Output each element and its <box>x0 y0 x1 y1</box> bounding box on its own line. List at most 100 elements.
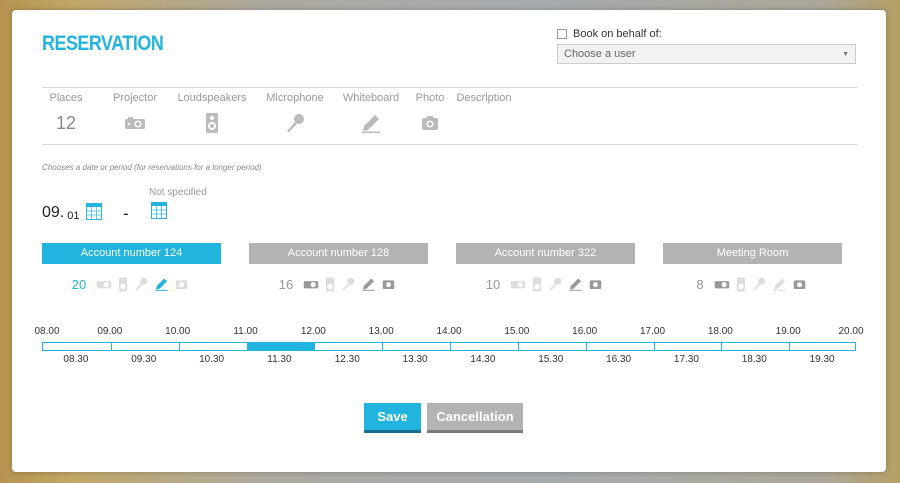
half-hour-label: 16.30 <box>606 354 632 365</box>
hour-label: 13.00 <box>368 326 394 337</box>
room-button[interactable]: Account number 124 <box>42 243 221 264</box>
room-capacity: 10 <box>485 276 501 292</box>
feature-microphone: Microphone <box>260 92 330 134</box>
speaker-icon <box>325 277 335 292</box>
dialog-actions: Save Cancellation <box>364 403 523 433</box>
room-capacity: 16 <box>278 276 294 292</box>
microphone-icon <box>134 277 148 291</box>
half-hour-label: 13.30 <box>402 354 428 365</box>
half-hour-label: 08.30 <box>63 354 89 365</box>
microphone-icon <box>285 112 305 134</box>
user-select[interactable]: Choose a user ▼ <box>557 44 856 64</box>
hour-label: 19.00 <box>775 326 801 337</box>
chevron-down-icon: ▼ <box>842 50 849 58</box>
end-date-label: Not specified <box>149 187 207 198</box>
microphone-icon <box>548 277 562 291</box>
feature-projector: Projector <box>102 92 168 134</box>
speaker-icon <box>118 277 128 292</box>
time-slot-divider <box>314 343 316 350</box>
room-button[interactable]: Meeting Room <box>663 243 842 264</box>
divider <box>42 87 858 88</box>
speaker-icon <box>205 112 219 134</box>
selected-time-slot[interactable] <box>246 343 315 350</box>
room-card: Account number 128 16 <box>249 243 428 292</box>
time-slot-divider <box>653 343 655 350</box>
feature-whiteboard: Whiteboard <box>338 92 404 134</box>
time-slot-divider <box>178 343 180 350</box>
camera-icon <box>421 112 439 134</box>
save-button[interactable]: Save <box>364 403 421 433</box>
time-slot-divider <box>517 343 519 350</box>
pen-icon <box>154 277 169 291</box>
pen-icon <box>360 112 382 134</box>
places-count: 12 <box>55 112 77 133</box>
hour-label: 12.00 <box>300 326 326 337</box>
hour-label: 14.00 <box>436 326 462 337</box>
camera-icon <box>175 278 188 290</box>
projector-icon <box>510 278 526 290</box>
projector-icon <box>303 278 319 290</box>
speaker-icon <box>736 277 746 292</box>
date-hint: Chooses a date or period (for reservatio… <box>42 163 262 172</box>
camera-icon <box>382 278 395 290</box>
microphone-icon <box>752 277 766 291</box>
room-button[interactable]: Account number 322 <box>456 243 635 264</box>
speaker-icon <box>532 277 542 292</box>
feature-photo: Photo <box>410 92 450 134</box>
feature-description: Description <box>456 92 512 104</box>
hour-label: 18.00 <box>707 326 733 337</box>
calendar-icon[interactable] <box>85 203 102 220</box>
start-day: 09. <box>42 204 65 221</box>
time-slot-divider <box>382 343 384 350</box>
hour-labels: 08.00 09.00 10.00 11.00 12.00 13.00 14.00 15.00… <box>34 326 863 340</box>
date-separator: - <box>123 204 129 223</box>
half-hour-label: 19.30 <box>809 354 835 365</box>
half-hour-label: 12.30 <box>334 354 360 365</box>
room-capacity: 8 <box>696 276 704 292</box>
projector-icon <box>124 112 146 134</box>
time-slot-divider <box>721 343 723 350</box>
camera-icon <box>589 278 602 290</box>
time-slot-divider <box>246 343 248 350</box>
pen-icon <box>772 277 787 291</box>
feature-places: Places 12 <box>49 92 83 133</box>
behalf-label: Book on behalf of: <box>573 28 662 40</box>
divider <box>42 144 858 145</box>
time-bar[interactable] <box>42 342 856 351</box>
start-date: 09. 01 <box>42 203 102 222</box>
feature-loudspeakers: Loudspeakers <box>172 92 252 134</box>
room-card: Account number 322 10 <box>456 243 635 292</box>
pen-icon <box>568 277 583 291</box>
time-slot-divider <box>789 343 791 350</box>
room-capacity: 20 <box>71 276 87 292</box>
book-on-behalf: Book on behalf of: Choose a user ▼ <box>557 28 857 64</box>
camera-icon <box>793 278 806 290</box>
time-slot-divider <box>585 343 587 350</box>
room-feature-icons: 10 <box>456 276 635 292</box>
behalf-checkbox[interactable] <box>557 29 567 39</box>
hour-label: 15.00 <box>504 326 530 337</box>
time-slot-divider <box>450 343 451 350</box>
room-button[interactable]: Account number 128 <box>249 243 428 264</box>
room-card: Account number 124 20 <box>42 243 221 292</box>
calendar-icon[interactable] <box>151 202 167 224</box>
cancel-button[interactable]: Cancellation <box>427 403 523 433</box>
room-card: Meeting Room 8 <box>663 243 842 292</box>
hour-label: 09.00 <box>97 326 123 337</box>
projector-icon <box>714 278 730 290</box>
time-slot-divider <box>110 343 112 350</box>
room-features: Places 12 Projector Loudspeakers Microph… <box>42 92 514 134</box>
room-feature-icons: 20 <box>42 276 221 292</box>
projector-icon <box>96 278 112 290</box>
microphone-icon <box>341 277 355 291</box>
hour-label: 11.00 <box>233 326 258 337</box>
half-hour-label: 15.30 <box>538 354 564 365</box>
user-select-value: Choose a user <box>564 48 636 60</box>
half-hour-label: 09.30 <box>131 354 157 365</box>
room-feature-icons: 16 <box>249 276 428 292</box>
behalf-checkbox-row[interactable]: Book on behalf of: <box>557 28 857 40</box>
hour-label: 08.00 <box>34 326 60 337</box>
half-hour-label: 11.30 <box>267 354 292 365</box>
room-feature-icons: 8 <box>663 276 842 292</box>
half-hour-label: 17.30 <box>673 354 699 365</box>
